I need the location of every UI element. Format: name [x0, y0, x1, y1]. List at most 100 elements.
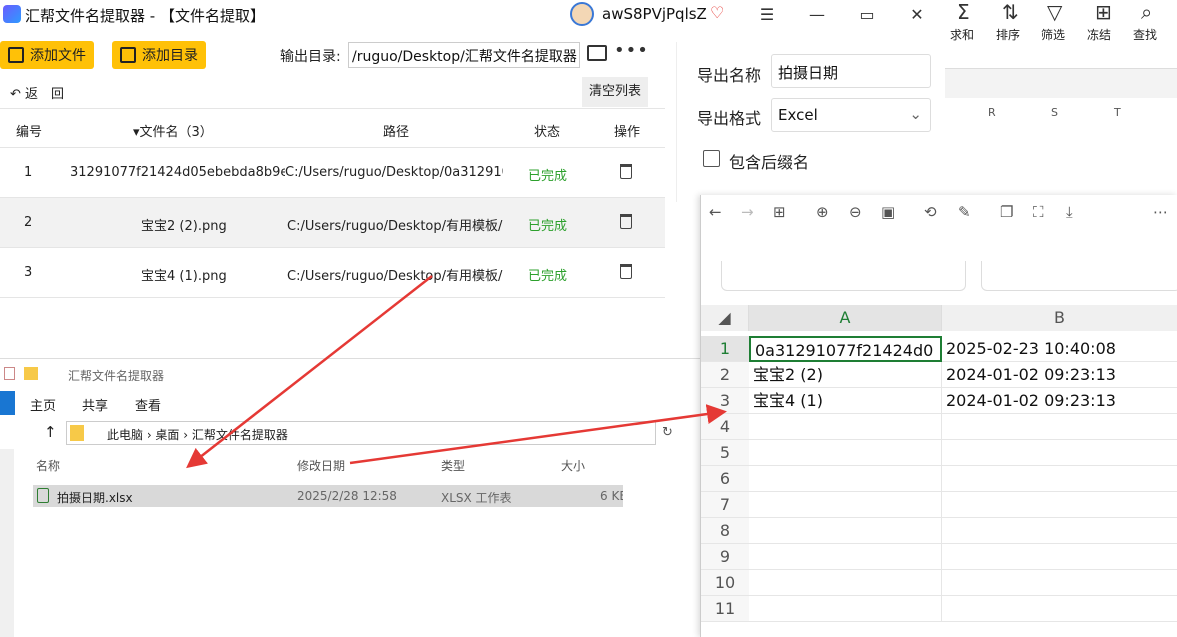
sort-tool[interactable]: 排序 [996, 26, 1020, 43]
column-header-a[interactable]: A [749, 305, 942, 331]
cell-b[interactable]: 2025-02-23 10:40:08 [942, 336, 1177, 362]
freeze-icon: ⊞ [1095, 0, 1112, 24]
tab-home[interactable]: 主页 [30, 395, 56, 414]
include-ext-checkbox[interactable] [703, 150, 720, 167]
cell-b[interactable]: 2024-01-02 09:23:13 [942, 388, 1177, 414]
row-number[interactable]: 2 [701, 362, 749, 388]
grid-icon[interactable]: ⊞ [773, 203, 786, 221]
cell-b[interactable]: 2024-01-02 09:23:13 [942, 362, 1177, 388]
row-number[interactable]: 1 [701, 336, 749, 362]
column-header-b[interactable]: B [942, 305, 1177, 331]
col-type[interactable]: 类型 [441, 457, 465, 474]
checkbox-icon [4, 367, 15, 380]
col-name[interactable]: 名称 [36, 457, 60, 474]
table-row[interactable]: 1 31291077f21424d05ebebda8b9eb5.p C:/Use… [0, 148, 665, 198]
select-all-corner[interactable]: ◢ [701, 305, 749, 331]
row-number[interactable]: 6 [701, 466, 749, 492]
fit-icon[interactable]: ▣ [881, 203, 895, 221]
folder-open-icon[interactable] [587, 45, 607, 61]
zoom-out-icon[interactable]: ⊖ [849, 203, 862, 221]
cell-a[interactable]: 宝宝2 (2) [749, 362, 942, 388]
up-arrow-icon[interactable]: ↑ [44, 423, 57, 441]
row-number: 1 [24, 165, 33, 180]
cell-b[interactable] [942, 414, 1177, 440]
address-bar[interactable]: 此电脑 › 桌面 › 汇帮文件名提取器 [66, 421, 656, 445]
forward-arrow-icon[interactable]: → [741, 203, 754, 221]
back-label: 返 回 [25, 87, 65, 102]
cell-a[interactable] [749, 492, 942, 518]
row-number[interactable]: 9 [701, 544, 749, 570]
col-modified[interactable]: 修改日期 [297, 457, 345, 474]
tab-view[interactable]: 查看 [135, 395, 161, 414]
row-number[interactable]: 11 [701, 596, 749, 622]
table-row[interactable]: 3 宝宝4 (1).png C:/Users/ruguo/Desktop/有用模… [0, 248, 665, 298]
file-menu-tab[interactable] [0, 391, 15, 415]
cell-a[interactable] [749, 544, 942, 570]
close-button[interactable]: ✕ [904, 3, 930, 27]
export-name-input[interactable]: 拍摄日期 [771, 54, 931, 88]
sum-tool[interactable]: 求和 [950, 26, 974, 43]
filter-tool[interactable]: 筛选 [1041, 26, 1065, 43]
row-number[interactable]: 8 [701, 518, 749, 544]
row-number[interactable]: 3 [701, 388, 749, 414]
username[interactable]: awS8PVjPqlsZ [602, 5, 707, 23]
scrollbar[interactable] [0, 449, 14, 637]
freeze-tool[interactable]: 冻结 [1087, 26, 1111, 43]
trash-icon[interactable] [620, 214, 632, 229]
vip-icon[interactable]: ♡ [710, 4, 728, 22]
formula-input[interactable] [981, 261, 1177, 291]
file-row[interactable]: 拍摄日期.xlsx 2025/2/28 12:58 XLSX 工作表 6 KB [33, 485, 623, 507]
cell-b[interactable] [942, 544, 1177, 570]
cell-a[interactable] [749, 440, 942, 466]
cell-b[interactable] [942, 492, 1177, 518]
cell-a[interactable]: 宝宝4 (1) [749, 388, 942, 414]
maximize-button[interactable]: ▭ [854, 3, 880, 27]
back-button[interactable]: ↶ 返 回 [10, 83, 64, 102]
row-number[interactable]: 7 [701, 492, 749, 518]
trash-icon[interactable] [620, 164, 632, 179]
name-box[interactable] [721, 261, 966, 291]
tab-share[interactable]: 共享 [82, 395, 108, 414]
trash-icon[interactable] [620, 264, 632, 279]
row-number[interactable]: 5 [701, 440, 749, 466]
more-icon[interactable]: ⋯ [1153, 203, 1168, 221]
col-filename[interactable]: ▾文件名（3） [133, 121, 213, 140]
more-icon[interactable]: ••• [614, 40, 649, 61]
table-header: 编号 ▾文件名（3） 路径 状态 操作 [0, 108, 665, 148]
row-filename: 31291077f21424d05ebebda8b9eb5.p [70, 165, 285, 180]
download-icon[interactable]: ⤓ [1066, 203, 1073, 221]
row-number[interactable]: 10 [701, 570, 749, 596]
cell-a[interactable] [749, 414, 942, 440]
rotate-icon[interactable]: ⟲ [924, 203, 937, 221]
cell-a[interactable] [749, 596, 942, 622]
menu-icon[interactable]: ☰ [754, 3, 780, 27]
find-tool[interactable]: 查找 [1133, 26, 1157, 43]
copy-icon[interactable]: ❐ [1000, 203, 1013, 221]
fullscreen-icon[interactable]: ⛶ [1033, 203, 1044, 221]
back-arrow-icon[interactable]: ← [709, 203, 722, 221]
add-file-button[interactable]: 添加文件 [0, 41, 94, 69]
row-number[interactable]: 4 [701, 414, 749, 440]
cell-b[interactable] [942, 440, 1177, 466]
col-size[interactable]: 大小 [561, 457, 585, 474]
refresh-icon[interactable]: ↻ [662, 425, 673, 440]
row-path: C:/Users/ruguo/Desktop/0a31291077 [285, 165, 503, 180]
cell-a[interactable]: 0a31291077f21424d0 [749, 336, 942, 362]
cell-a[interactable] [749, 466, 942, 492]
cell-a[interactable] [749, 518, 942, 544]
table-row[interactable]: 2 宝宝2 (2).png C:/Users/ruguo/Desktop/有用模… [0, 198, 665, 248]
cell-b[interactable] [942, 596, 1177, 622]
cell-a[interactable] [749, 570, 942, 596]
add-directory-button[interactable]: 添加目录 [112, 41, 206, 69]
xlsx-file-icon [37, 488, 49, 503]
export-format-select[interactable]: Excel ⌄ [771, 98, 931, 132]
minimize-button[interactable]: — [804, 3, 830, 27]
avatar[interactable] [570, 2, 594, 26]
clear-list-button[interactable]: 清空列表 [582, 77, 648, 107]
cell-b[interactable] [942, 518, 1177, 544]
output-dir-input[interactable]: /ruguo/Desktop/汇帮文件名提取器 [348, 42, 580, 68]
cell-b[interactable] [942, 570, 1177, 596]
zoom-in-icon[interactable]: ⊕ [816, 203, 829, 221]
cell-b[interactable] [942, 466, 1177, 492]
edit-icon[interactable]: ✎ [958, 203, 971, 221]
